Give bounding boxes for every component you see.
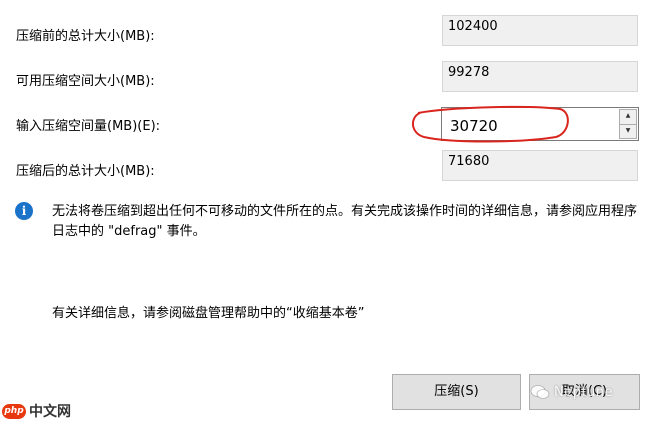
total-size-after-field: 71680 (442, 150, 638, 181)
info-message: 无法将卷压缩到超出任何不可移动的文件所在的点。有关完成该操作时间的详细信息，请参… (52, 204, 638, 239)
spin-up-button[interactable]: ▲ (619, 109, 637, 125)
shrink-amount-input[interactable] (442, 108, 618, 140)
help-reference-text: 有关详细信息，请参阅磁盘管理帮助中的“收缩基本卷” (52, 306, 365, 321)
wechat-icon (530, 385, 550, 399)
available-shrink-space-field: 99278 (442, 61, 638, 92)
php-watermark: php 中文网 (2, 401, 71, 421)
total-size-before-label: 压缩前的总计大小(MB): (16, 29, 155, 44)
spinner-buttons: ▲ ▼ (619, 109, 637, 139)
spin-down-button[interactable]: ▼ (619, 124, 637, 139)
shrink-button[interactable]: 压缩(S) (392, 374, 521, 410)
shrink-amount-label: 输入压缩空间量(MB)(E): (16, 119, 161, 134)
total-size-before-field: 102400 (442, 15, 638, 46)
info-icon: i (15, 202, 33, 220)
php-logo-icon: php (2, 403, 26, 419)
total-size-after-label: 压缩后的总计大小(MB): (16, 164, 155, 179)
shrink-amount-spinner[interactable]: ▲ ▼ (441, 107, 639, 141)
php-watermark-text: 中文网 (29, 404, 71, 420)
neptune-watermark: Neptune (530, 384, 613, 400)
available-shrink-space-label: 可用压缩空间大小(MB): (16, 74, 155, 89)
neptune-watermark-text: Neptune (554, 384, 614, 400)
